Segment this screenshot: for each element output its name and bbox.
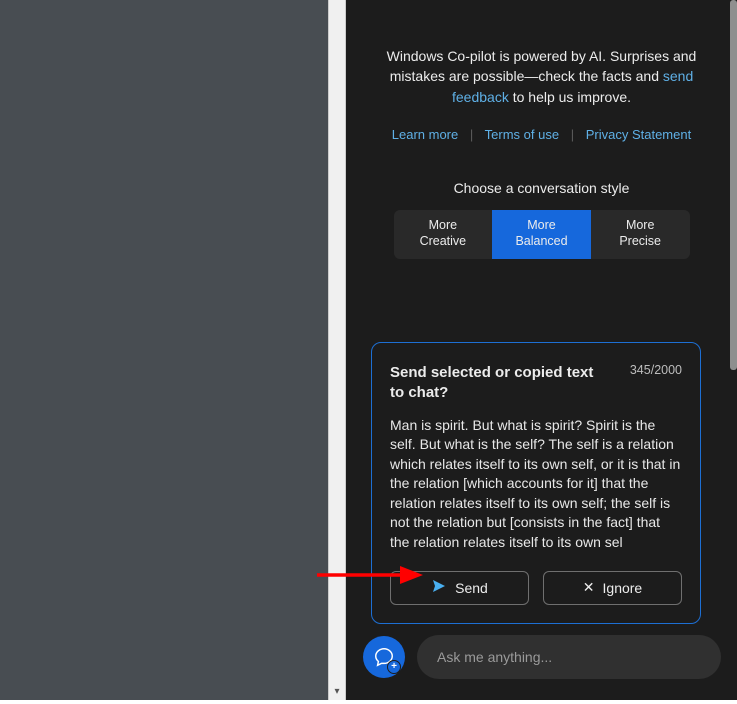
char-counter: 345/2000 — [630, 363, 682, 377]
style-label-line2: Precise — [591, 234, 690, 250]
style-balanced-button[interactable]: More Balanced — [492, 210, 591, 259]
link-separator: | — [571, 127, 574, 142]
style-precise-button[interactable]: More Precise — [591, 210, 690, 259]
send-icon — [431, 578, 447, 597]
send-label: Send — [455, 580, 488, 596]
ignore-label: Ignore — [603, 580, 643, 596]
copilot-panel: Windows Co-pilot is powered by AI. Surpr… — [346, 0, 737, 700]
chat-input[interactable] — [417, 635, 721, 679]
learn-more-link[interactable]: Learn more — [392, 127, 458, 142]
terms-link[interactable]: Terms of use — [485, 127, 559, 142]
intro-before: Windows Co-pilot is powered by AI. Surpr… — [387, 48, 697, 84]
style-label-line1: More — [394, 218, 493, 234]
new-topic-button[interactable]: + — [363, 636, 405, 678]
style-heading: Choose a conversation style — [346, 180, 737, 196]
prompt-button-row: Send ✕ Ignore — [390, 571, 682, 605]
prompt-body-text: Man is spirit. But what is spirit? Spiri… — [390, 416, 682, 553]
style-label-line1: More — [591, 218, 690, 234]
left-background-panel — [0, 0, 328, 700]
chat-input-row: + — [363, 632, 721, 682]
close-icon: ✕ — [583, 579, 595, 596]
style-creative-button[interactable]: More Creative — [394, 210, 493, 259]
send-button[interactable]: Send — [390, 571, 529, 605]
plus-icon: + — [387, 660, 401, 674]
ignore-button[interactable]: ✕ Ignore — [543, 571, 682, 605]
style-label-line2: Creative — [394, 234, 493, 250]
left-scrollbar[interactable]: ▾ — [328, 0, 346, 700]
footer-links: Learn more | Terms of use | Privacy Stat… — [346, 127, 737, 142]
style-label-line2: Balanced — [492, 234, 591, 250]
link-separator: | — [470, 127, 473, 142]
privacy-link[interactable]: Privacy Statement — [586, 127, 692, 142]
intro-after: to help us improve. — [509, 89, 631, 105]
intro-text: Windows Co-pilot is powered by AI. Surpr… — [346, 0, 737, 107]
style-label-line1: More — [492, 218, 591, 234]
scrollbar-down-arrow[interactable]: ▾ — [329, 682, 345, 700]
copilot-scrollbar[interactable] — [730, 0, 737, 370]
send-text-prompt-card: Send selected or copied text to chat? 34… — [371, 342, 701, 624]
style-selector: More Creative More Balanced More Precise — [394, 210, 690, 259]
